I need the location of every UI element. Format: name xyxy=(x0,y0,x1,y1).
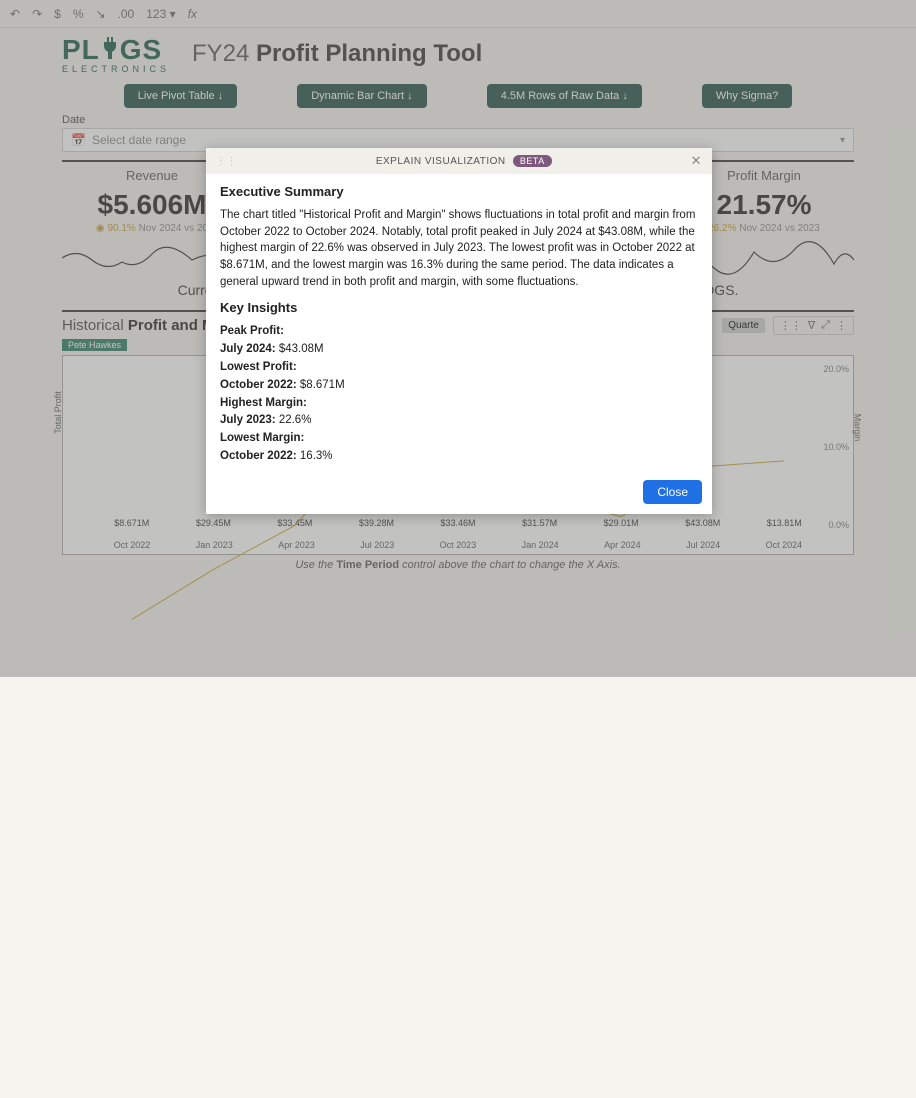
insight-row: July 2023: 22.6% xyxy=(220,412,698,430)
explain-visualization-modal: ⋮⋮ EXPLAIN VISUALIZATION BETA ✕ Executiv… xyxy=(206,148,712,514)
summary-text: The chart titled "Historical Profit and … xyxy=(220,207,698,290)
insight-row: October 2022: 16.3% xyxy=(220,448,698,466)
insight-row: Lowest Margin: xyxy=(220,430,698,448)
summary-heading: Executive Summary xyxy=(220,184,698,199)
insight-row: July 2024: $43.08M xyxy=(220,341,698,359)
close-button[interactable]: Close xyxy=(643,480,702,504)
insight-row: Peak Profit: xyxy=(220,323,698,341)
insight-row: Lowest Profit: xyxy=(220,359,698,377)
drag-handle-icon[interactable]: ⋮⋮ xyxy=(216,156,237,167)
insights-list: Peak Profit:July 2024: $43.08MLowest Pro… xyxy=(220,323,698,466)
insight-row: Highest Margin: xyxy=(220,395,698,413)
insights-heading: Key Insights xyxy=(220,300,698,315)
insight-row: October 2022: $8.671M xyxy=(220,377,698,395)
beta-badge: BETA xyxy=(513,155,552,167)
close-icon[interactable]: ✕ xyxy=(691,153,702,169)
modal-title: EXPLAIN VISUALIZATION BETA xyxy=(237,156,691,167)
